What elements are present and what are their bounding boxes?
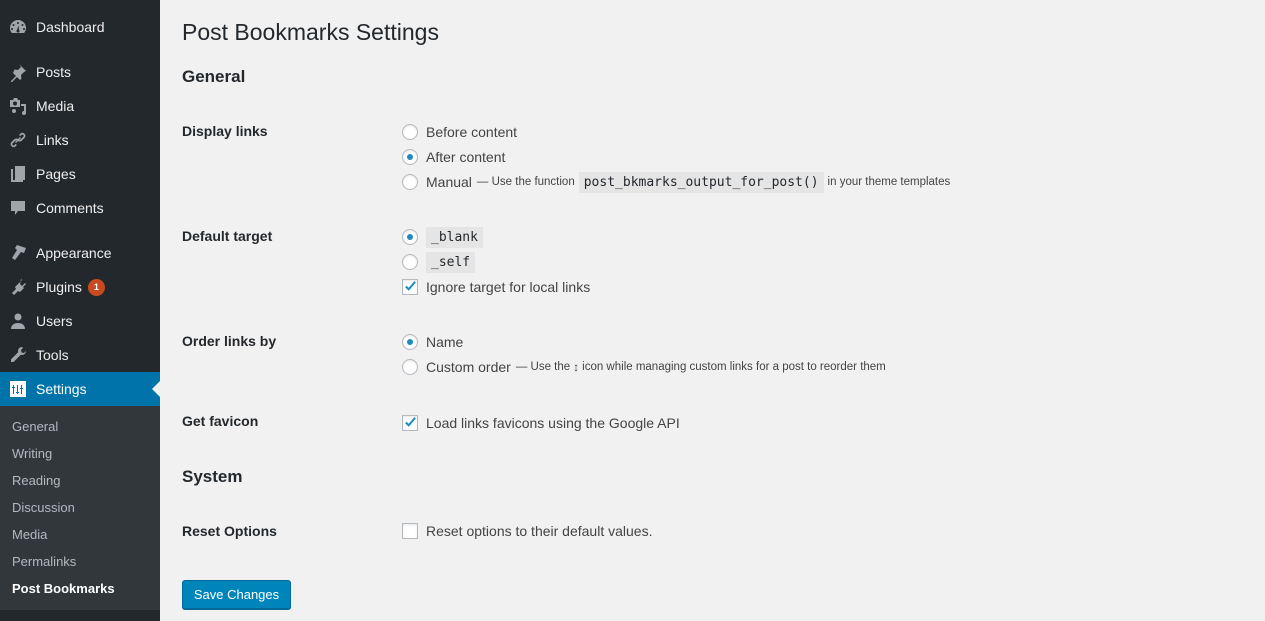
load-favicons-checkbox[interactable] xyxy=(402,415,418,431)
display-before-content-option[interactable]: Before content xyxy=(402,121,517,143)
menu-label: Tools xyxy=(36,347,69,363)
function-code: post_bkmarks_output_for_post() xyxy=(578,171,824,193)
menu-item-users[interactable]: Users xyxy=(0,304,160,338)
display-after-content-radio[interactable] xyxy=(402,149,418,165)
option-label: Ignore target for local links xyxy=(426,279,591,295)
option-label: Manual xyxy=(426,174,472,190)
submenu-item-writing[interactable]: Writing xyxy=(0,440,160,467)
admin-sidebar: Dashboard Posts Media Links Pages Commen… xyxy=(0,0,160,621)
display-after-content-option[interactable]: After content xyxy=(402,146,505,168)
default-target-label: Default target xyxy=(182,228,273,244)
option-description: — Use the function xyxy=(476,176,575,188)
menu-divider xyxy=(0,610,160,621)
current-menu-arrow xyxy=(152,381,160,397)
menu-label: Users xyxy=(36,313,73,329)
load-favicons-option[interactable]: Load links favicons using the Google API xyxy=(402,412,680,434)
submenu-item-media[interactable]: Media xyxy=(0,521,160,548)
menu-label: Comments xyxy=(36,200,104,216)
save-changes-button[interactable]: Save Changes xyxy=(182,580,291,609)
checkmark-icon xyxy=(405,417,416,427)
ignore-local-target-checkbox[interactable] xyxy=(402,279,418,295)
menu-label: Pages xyxy=(36,166,76,182)
dashboard-icon xyxy=(0,10,36,44)
checkmark-icon xyxy=(405,281,416,291)
user-icon xyxy=(0,304,36,338)
display-manual-radio[interactable] xyxy=(402,174,418,190)
menu-label: Posts xyxy=(36,64,72,80)
option-label: Before content xyxy=(426,124,518,140)
page-title: Post Bookmarks Settings xyxy=(182,19,439,45)
menu-item-links[interactable]: Links xyxy=(0,123,160,157)
submenu-item-general[interactable]: General xyxy=(0,413,160,440)
target-blank-radio[interactable] xyxy=(402,229,418,245)
order-name-option[interactable]: Name xyxy=(402,331,463,353)
settings-submenu: General Writing Reading Discussion Media… xyxy=(0,406,160,610)
ignore-local-target-option[interactable]: Ignore target for local links xyxy=(402,276,590,298)
target-code: _self xyxy=(426,251,476,273)
link-icon xyxy=(0,123,36,157)
option-label: Custom order xyxy=(426,359,511,375)
option-label: Name xyxy=(426,334,464,350)
menu-item-dashboard[interactable]: Dashboard xyxy=(0,10,160,44)
target-self-option[interactable]: _self xyxy=(402,251,479,273)
option-label: Load links favicons using the Google API xyxy=(426,415,680,431)
menu-label: Links xyxy=(36,132,69,148)
menu-item-appearance[interactable]: Appearance xyxy=(0,236,160,270)
submenu-item-discussion[interactable]: Discussion xyxy=(0,494,160,521)
pages-icon xyxy=(0,157,36,191)
display-links-label: Display links xyxy=(182,123,268,139)
wrench-icon xyxy=(0,338,36,372)
order-custom-option[interactable]: Custom order — Use the ↕ icon while mana… xyxy=(402,356,886,378)
menu-label: Plugins xyxy=(36,279,82,295)
comment-icon xyxy=(0,191,36,225)
pin-icon xyxy=(0,55,36,89)
order-name-radio[interactable] xyxy=(402,334,418,350)
option-description: icon while managing custom links for a p… xyxy=(582,361,886,373)
option-label: Reset options to their default values. xyxy=(426,523,653,539)
submenu-item-permalinks[interactable]: Permalinks xyxy=(0,548,160,575)
display-before-content-radio[interactable] xyxy=(402,124,418,140)
menu-label: Dashboard xyxy=(36,19,105,35)
order-links-label: Order links by xyxy=(182,333,277,349)
option-description: — Use the xyxy=(515,361,571,373)
display-manual-option[interactable]: Manual — Use the function post_bkmarks_o… xyxy=(402,171,950,193)
menu-item-tools[interactable]: Tools xyxy=(0,338,160,372)
menu-item-posts[interactable]: Posts xyxy=(0,55,160,89)
target-self-radio[interactable] xyxy=(402,254,418,270)
section-heading-system: System xyxy=(182,467,243,486)
update-count-badge: 1 xyxy=(87,278,105,296)
menu-item-settings[interactable]: Settings xyxy=(0,372,160,406)
media-icon xyxy=(0,89,36,123)
get-favicon-label: Get favicon xyxy=(182,413,259,429)
reset-options-label: Reset Options xyxy=(182,523,277,539)
menu-item-media[interactable]: Media xyxy=(0,89,160,123)
order-custom-radio[interactable] xyxy=(402,359,418,375)
menu-item-comments[interactable]: Comments xyxy=(0,191,160,225)
reset-options-option[interactable]: Reset options to their default values. xyxy=(402,520,652,542)
option-description: in your theme templates xyxy=(827,176,951,188)
menu-label: Media xyxy=(36,98,75,114)
section-heading-general: General xyxy=(182,67,246,86)
plugin-icon xyxy=(0,270,36,304)
submenu-item-post-bookmarks[interactable]: Post Bookmarks xyxy=(0,575,160,602)
menu-item-pages[interactable]: Pages xyxy=(0,157,160,191)
menu-label: Settings xyxy=(36,381,87,397)
reset-options-checkbox[interactable] xyxy=(402,523,418,539)
target-code: _blank xyxy=(426,226,483,248)
menu-item-plugins[interactable]: Plugins 1 xyxy=(0,270,160,304)
reorder-arrows-icon: ↕ xyxy=(573,360,580,374)
settings-icon xyxy=(0,372,36,406)
paintbrush-icon xyxy=(0,236,36,270)
submenu-item-reading[interactable]: Reading xyxy=(0,467,160,494)
option-label: After content xyxy=(426,149,506,165)
target-blank-option[interactable]: _blank xyxy=(402,226,487,248)
menu-label: Appearance xyxy=(36,245,112,261)
